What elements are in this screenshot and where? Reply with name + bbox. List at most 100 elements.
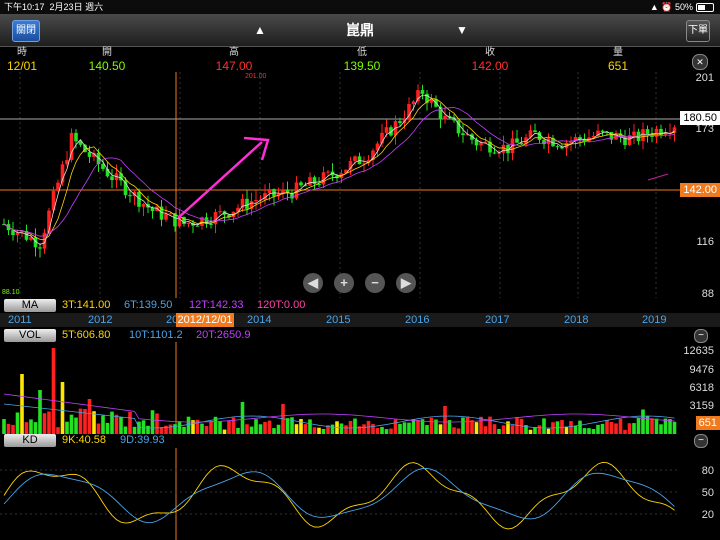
k-label: 9K:40.58 (62, 434, 107, 446)
quote-time: 時 12/01 (6, 47, 38, 73)
volume-bar (209, 420, 213, 434)
volume-bar (407, 422, 411, 434)
status-bar: 下午10:17 2月23日 週六 ▲ ⏰ 50% (0, 0, 720, 14)
candle-body (326, 171, 330, 173)
collapse-kd-icon[interactable]: − (694, 434, 708, 448)
status-time: 下午10:17 2月23日 週六 (4, 2, 104, 12)
quote-volume: 量 651 (607, 47, 629, 73)
year-axis: 2011 2012 2013 2014 2015 2016 2017 2018 … (0, 313, 720, 327)
volume-bar (501, 425, 506, 434)
zoom-in-icon[interactable]: + (334, 273, 354, 293)
volume-bar (411, 419, 416, 434)
candle-body (312, 177, 317, 184)
volume-chart[interactable] (0, 342, 720, 434)
candle-body (168, 213, 173, 215)
candle-body (384, 127, 389, 133)
volume-bar (416, 419, 420, 434)
zoom-out-icon[interactable]: − (365, 273, 385, 293)
candle-body (141, 203, 146, 207)
year-2015: 2015 (326, 314, 351, 326)
close-icon[interactable]: ✕ (692, 54, 708, 70)
volume-bar (101, 415, 105, 434)
candle-body (164, 213, 168, 220)
volume-bar (654, 418, 659, 434)
candle-body (87, 152, 92, 157)
candle-body (74, 132, 78, 142)
volume-bar (227, 420, 231, 434)
volume-bar (87, 399, 92, 434)
candle-body (515, 138, 519, 143)
collapse-vol-icon[interactable]: − (694, 329, 708, 343)
vol-tick-12635: 12635 (683, 345, 714, 357)
volume-bar (641, 409, 645, 434)
next-stock-arrow-icon[interactable]: ▼ (456, 22, 468, 38)
volume-bar (353, 418, 357, 434)
kd-tick-20: 20 (701, 509, 714, 521)
candle-body (128, 195, 132, 197)
volume-bar (15, 412, 20, 434)
volume-bar (114, 414, 119, 434)
volume-bar (371, 424, 375, 434)
volume-bar (249, 426, 254, 434)
volume-bar (618, 418, 623, 434)
volume-bar (294, 424, 299, 434)
volume-bar (461, 417, 465, 434)
volume-bar (402, 422, 407, 434)
ma3-label: 3T:141.00 (62, 299, 111, 311)
volume-bar (533, 427, 537, 434)
quote-high: 高 147.00 (215, 47, 253, 73)
year-2012: 2012 (88, 314, 113, 326)
volume-bar (155, 413, 159, 434)
candle-body (411, 101, 416, 105)
order-button[interactable]: 下單 (686, 20, 710, 42)
year-2014: 2014 (247, 314, 272, 326)
ma-tag-button[interactable]: MA (4, 299, 56, 312)
vol-tick-9476: 9476 (689, 364, 714, 376)
prev-stock-arrow-icon[interactable]: ▲ (254, 22, 266, 38)
candlestick-chart[interactable] (0, 72, 720, 298)
volume-bar (60, 382, 65, 434)
vol-tick-6318: 6318 (689, 382, 714, 394)
volume-bar (443, 406, 447, 434)
volume-bar (398, 423, 402, 434)
kd-chart[interactable] (0, 448, 720, 540)
close-button[interactable]: 關閉 (12, 20, 40, 42)
chevron-left-icon[interactable]: ◀ (303, 273, 323, 293)
vol-legend: VOL 5T:606.80 10T:1101.2 20T:2650.9 (0, 329, 720, 342)
vol-tag-button[interactable]: VOL (4, 329, 56, 342)
candle-body (267, 189, 272, 194)
volume-bar (614, 423, 618, 434)
chevron-right-icon[interactable]: ▶ (396, 273, 416, 293)
volume-bar (348, 420, 353, 434)
volume-bar (393, 419, 398, 434)
vol5-label: 5T:606.80 (62, 329, 111, 341)
volume-bar (164, 425, 168, 434)
volume-bar (537, 425, 542, 434)
volume-bar (542, 418, 546, 434)
battery-icon (696, 3, 714, 13)
volume-bar (564, 426, 569, 434)
volume-bar (483, 426, 488, 434)
vol10-label: 10T:1101.2 (129, 329, 183, 341)
volume-bar (204, 425, 209, 434)
volume-bar (128, 411, 132, 434)
ma120-label: 120T:0.00 (257, 299, 306, 311)
volume-bar (438, 424, 443, 434)
kd-tag-button[interactable]: KD (4, 434, 56, 447)
volume-bar (168, 424, 173, 434)
candle-body (218, 211, 222, 213)
candle-body (600, 130, 605, 132)
volume-bar (69, 414, 74, 434)
volume-bar (218, 421, 222, 434)
volume-bar (510, 425, 515, 434)
volume-bar (605, 420, 609, 434)
volume-bar (303, 424, 308, 434)
volume-bar (569, 421, 573, 434)
ma12-label: 12T:142.33 (189, 299, 244, 311)
volume-bar (6, 423, 11, 434)
volume-bar (380, 427, 384, 434)
ma3-line (3, 94, 675, 245)
volume-bar (573, 425, 578, 434)
low-label: 88.10 (2, 289, 20, 296)
vol20-label: 20T:2650.9 (196, 329, 251, 341)
